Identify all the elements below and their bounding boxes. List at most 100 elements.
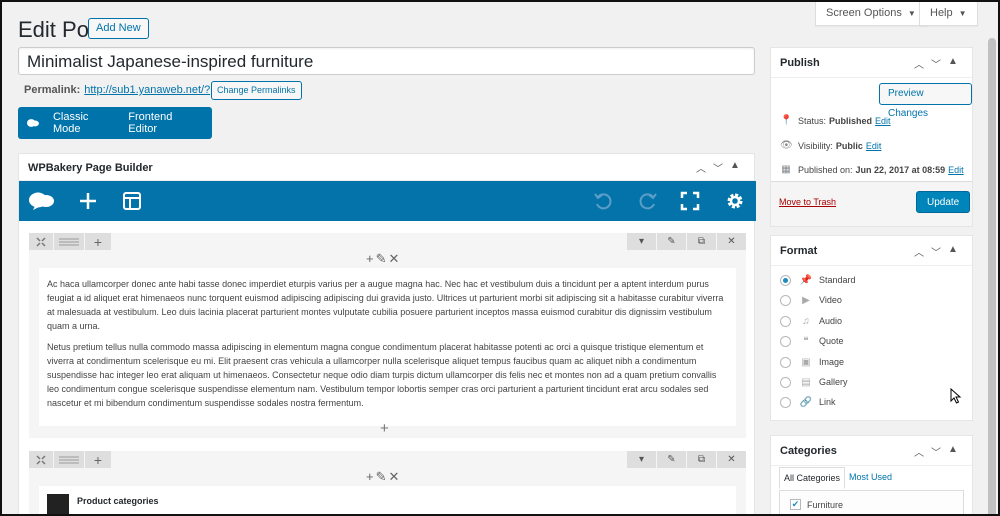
add-new-button[interactable]: Add New: [88, 18, 149, 39]
row-controls-left: +: [29, 233, 112, 250]
help-button[interactable]: Help ▼: [919, 2, 978, 26]
format-option-label: Audio: [819, 316, 843, 326]
permalink-label: Permalink:: [24, 84, 81, 96]
templates-icon[interactable]: [122, 191, 142, 211]
add-element-icon[interactable]: [78, 191, 98, 211]
delete-column-icon[interactable]: ✕: [389, 469, 402, 484]
scrollbar-thumb[interactable]: [988, 38, 996, 516]
editor-mode-bar: Classic Mode Frontend Editor: [18, 107, 212, 139]
page-builder-box: WPBakery Page Builder ︿ ﹀ ▲ + ▾ ✎ ⧉ ✕ +✎…: [18, 153, 756, 516]
radio-button[interactable]: [780, 396, 791, 408]
builder-row: + ▾ ✎ ⧉ ✕ +✎✕ Product categories: [29, 451, 746, 516]
gallery-icon: ▤: [801, 376, 811, 388]
publish-box-title: Publish: [780, 57, 820, 69]
screen-options-button[interactable]: Screen Options ▼: [815, 2, 927, 26]
format-option-video[interactable]: ▶ Video: [780, 293, 842, 307]
format-box: Format ︿ ﹀ ▲ 📌 Standard ▶ Video ♫ Audio ❝ Qu…: [770, 235, 973, 421]
visibility-label: Visibility:: [798, 140, 833, 151]
post-title-input[interactable]: Minimalist Japanese-inspired furniture: [18, 47, 755, 75]
wpbakery-logo-icon[interactable]: [29, 191, 55, 211]
row-layout-icon[interactable]: [54, 233, 85, 250]
radio-button[interactable]: [780, 335, 791, 347]
delete-row-icon[interactable]: ✕: [717, 451, 746, 468]
clone-row-icon[interactable]: ⧉: [687, 451, 716, 468]
add-element-icon[interactable]: +: [366, 251, 376, 266]
delete-column-icon[interactable]: ✕: [389, 251, 402, 266]
format-option-image[interactable]: ▣ Image: [780, 355, 844, 369]
classic-mode-button[interactable]: Classic Mode: [53, 111, 109, 135]
format-option-standard[interactable]: 📌 Standard: [780, 273, 856, 287]
chevron-up-icon[interactable]: ︿: [914, 56, 924, 71]
format-option-label: Gallery: [819, 377, 848, 387]
status-label: Status:: [798, 115, 827, 126]
edit-column-icon[interactable]: ✎: [376, 469, 389, 484]
pin-icon: 📍: [780, 115, 793, 126]
product-categories-icon: [47, 494, 69, 516]
publish-box: Publish ︿ ﹀ ▲ Preview Changes 📍 Status: Pu…: [770, 47, 973, 227]
quote-icon: ❝: [803, 335, 809, 347]
tab-most-used[interactable]: Most Used: [845, 467, 896, 489]
fullscreen-icon[interactable]: [680, 191, 700, 211]
collapse-arrow-icon[interactable]: ▲: [948, 444, 958, 459]
chevron-down-icon[interactable]: ﹀: [931, 444, 941, 459]
undo-icon[interactable]: [593, 191, 613, 211]
radio-button[interactable]: [780, 376, 791, 388]
add-element-icon[interactable]: +: [366, 469, 376, 484]
product-categories-element[interactable]: Product categories: [39, 486, 736, 516]
edit-row-icon[interactable]: ✎: [657, 451, 686, 468]
radio-button[interactable]: [780, 356, 791, 368]
radio-button[interactable]: [780, 274, 791, 286]
chevron-up-icon[interactable]: ︿: [696, 160, 706, 175]
edit-column-icon[interactable]: ✎: [376, 251, 389, 266]
clone-row-icon[interactable]: ⧉: [687, 233, 716, 250]
box-controls: ︿ ﹀ ▲: [914, 56, 958, 71]
categories-box: Categories ︿ ﹀ ▲ All Categories Most Use…: [770, 435, 973, 516]
chevron-down-icon[interactable]: ﹀: [931, 56, 941, 71]
delete-row-icon[interactable]: ✕: [717, 233, 746, 250]
wpbakery-logo-icon: [27, 119, 39, 127]
add-column-icon[interactable]: +: [85, 233, 112, 250]
radio-button[interactable]: [780, 315, 791, 327]
toggle-row-icon[interactable]: ▾: [627, 233, 656, 250]
collapse-arrow-icon[interactable]: ▲: [730, 160, 740, 175]
page-scrollbar[interactable]: [986, 2, 998, 516]
redo-icon[interactable]: [638, 191, 658, 211]
tab-all-categories[interactable]: All Categories: [779, 467, 846, 489]
preview-changes-button[interactable]: Preview Changes: [879, 83, 972, 119]
add-element-icon[interactable]: +: [380, 420, 389, 437]
chevron-up-icon[interactable]: ︿: [914, 444, 924, 459]
chevron-down-icon[interactable]: ﹀: [713, 160, 723, 175]
chevron-down-icon[interactable]: ﹀: [931, 244, 941, 259]
category-item[interactable]: ✔ Furniture: [790, 499, 843, 510]
element-label: Product categories: [77, 496, 159, 506]
toggle-row-icon[interactable]: ▾: [627, 451, 656, 468]
edit-date-link[interactable]: Edit: [948, 165, 964, 175]
move-icon[interactable]: [29, 233, 54, 250]
edit-row-icon[interactable]: ✎: [657, 233, 686, 250]
collapse-arrow-icon[interactable]: ▲: [948, 56, 958, 71]
format-option-link[interactable]: 🔗 Link: [780, 395, 836, 409]
text-block-element[interactable]: Ac haca ullamcorper donec ante habi tass…: [39, 268, 736, 426]
checkbox-checked[interactable]: ✔: [790, 499, 801, 510]
add-column-icon[interactable]: +: [85, 451, 112, 468]
move-icon[interactable]: [29, 451, 54, 468]
edit-status-link[interactable]: Edit: [875, 116, 891, 126]
change-permalinks-button[interactable]: Change Permalinks: [211, 81, 302, 100]
format-option-quote[interactable]: ❝ Quote: [780, 334, 844, 348]
collapse-arrow-icon[interactable]: ▲: [948, 244, 958, 259]
builder-toolbar: [19, 181, 756, 221]
move-to-trash-link[interactable]: Move to Trash: [779, 197, 836, 207]
format-option-label: Video: [819, 295, 842, 305]
row-controls-right: ▾ ✎ ⧉ ✕: [626, 233, 746, 250]
format-option-gallery[interactable]: ▤ Gallery: [780, 375, 848, 389]
radio-button[interactable]: [780, 294, 791, 306]
update-button[interactable]: Update: [916, 191, 971, 213]
edit-visibility-link[interactable]: Edit: [866, 141, 882, 151]
mouse-cursor-icon: [950, 388, 962, 404]
chevron-up-icon[interactable]: ︿: [914, 244, 924, 259]
format-option-audio[interactable]: ♫ Audio: [780, 314, 842, 328]
row-layout-icon[interactable]: [54, 451, 85, 468]
settings-gear-icon[interactable]: [725, 191, 745, 211]
video-icon: ▶: [802, 294, 810, 306]
frontend-editor-button[interactable]: Frontend Editor: [128, 111, 193, 135]
